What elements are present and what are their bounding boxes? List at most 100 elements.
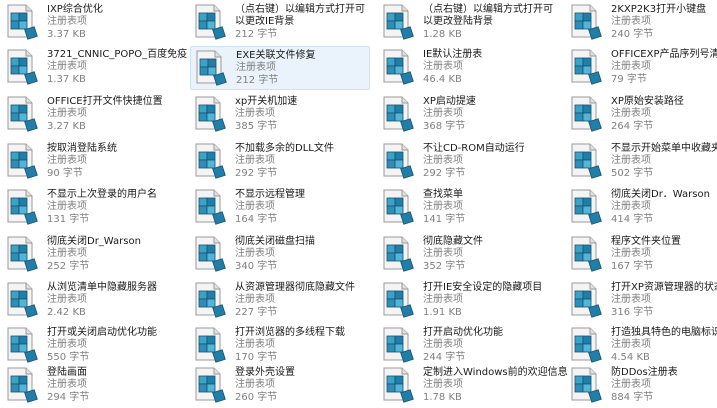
file-item[interactable]: 2KXP2K3打开小键盘 注册表项 240 字节 — [566, 1, 717, 45]
file-item[interactable]: OFFICE打开文件快捷位置 注册表项 3.27 KB — [2, 93, 182, 137]
file-size: 227 字节 — [235, 307, 278, 318]
registry-file-icon — [382, 4, 416, 40]
file-name: 不显示上次登录的用户名 — [47, 189, 157, 200]
registry-file-icon — [570, 236, 604, 272]
file-item[interactable]: 从浏览清单中隐藏服务器 注册表项 2.42 KB — [2, 279, 182, 323]
file-item[interactable]: 不显示远程管理 注册表项 164 字节 — [190, 186, 370, 230]
file-name: （点右键）以编辑方式打开可以更改IE背景 — [235, 4, 365, 27]
file-item[interactable]: 登录外壳设置 注册表项 260 字节 — [190, 364, 370, 408]
file-size: 240 字节 — [611, 29, 654, 40]
file-item[interactable]: 彻底隐藏文件 注册表项 352 字节 — [378, 233, 558, 277]
file-name: IE默认注册表 — [423, 49, 483, 60]
registry-file-icon — [382, 143, 416, 179]
file-item[interactable]: OFFICEXP产品序列号清除注册表项 79 字节 — [566, 46, 717, 90]
file-name: 2KXP2K3打开小键盘 — [611, 4, 707, 15]
file-type: 注册表项 — [611, 155, 651, 166]
file-item[interactable]: 不让CD-ROM自动运行 注册表项 292 字节 — [378, 140, 558, 184]
file-name: 不让CD-ROM自动运行 — [423, 143, 525, 154]
file-item[interactable]: IE默认注册表 注册表项 46.4 KB — [378, 46, 558, 90]
file-type: 注册表项 — [611, 201, 651, 212]
registry-file-icon — [570, 96, 604, 132]
file-name: xp开关机加速 — [235, 96, 298, 107]
file-item[interactable]: 彻底关闭磁盘扫描 注册表项 340 字节 — [190, 233, 370, 277]
registry-file-icon — [6, 189, 40, 225]
file-type: 注册表项 — [611, 294, 651, 305]
registry-file-icon — [6, 49, 40, 85]
file-name: XP启动提速 — [423, 96, 476, 107]
file-name: 按取消登陆系统 — [47, 143, 117, 154]
registry-file-icon — [382, 367, 416, 403]
file-size: 550 字节 — [47, 352, 90, 363]
file-size: 79 字节 — [611, 74, 647, 85]
file-item[interactable]: 不显示上次登录的用户名 注册表项 131 字节 — [2, 186, 182, 230]
file-size: 244 字节 — [423, 352, 466, 363]
file-item[interactable]: 登陆画面 注册表项 294 字节 — [2, 364, 182, 408]
registry-file-icon — [570, 367, 604, 403]
file-name: 不显示开始菜单中收藏夹菜单 — [611, 143, 717, 154]
registry-file-icon — [195, 50, 229, 86]
file-item[interactable]: 不加载多余的DLL文件 注册表项 292 字节 — [190, 140, 370, 184]
file-item[interactable]: 打开启动优化功能 注册表项 244 字节 — [378, 324, 558, 368]
file-item[interactable]: 定制进入Windows前的欢迎信息 注册表项 1.78 KB — [378, 364, 568, 408]
file-type: 注册表项 — [236, 62, 276, 73]
file-size: 3.27 KB — [47, 121, 86, 132]
file-item[interactable]: 按取消登陆系统 注册表项 90 字节 — [2, 140, 182, 184]
file-type: 注册表项 — [611, 61, 651, 72]
file-item[interactable]: 不显示开始菜单中收藏夹菜单注册表项 502 字节 — [566, 140, 717, 184]
registry-file-icon — [570, 49, 604, 85]
file-item[interactable]: （点右键）以编辑方式打开可以更改登陆背景 1.28 KB — [378, 1, 558, 45]
file-name: OFFICEXP产品序列号清除 — [611, 49, 717, 60]
file-name: 从资源管理器彻底隐藏文件 — [235, 282, 355, 293]
file-name: 不加载多余的DLL文件 — [235, 143, 334, 154]
file-item[interactable]: 打开浏览器的多线程下载 注册表项 170 字节 — [190, 324, 370, 368]
registry-file-icon — [382, 282, 416, 318]
file-type: 注册表项 — [47, 201, 87, 212]
registry-file-icon — [382, 49, 416, 85]
registry-file-icon — [6, 236, 40, 272]
file-size: 292 字节 — [423, 168, 466, 179]
file-item[interactable]: 打开XP资源管理器的状态栏注册表项 316 字节 — [566, 279, 717, 323]
file-item[interactable]: 彻底关闭Dr_Warson 注册表项 252 字节 — [2, 233, 182, 277]
registry-file-icon — [570, 327, 604, 363]
file-name: 打开或关闭启动优化功能 — [47, 327, 157, 338]
file-name: 3721_CNNIC_POPO_百度免疫 — [47, 49, 188, 60]
file-size: 46.4 KB — [423, 74, 462, 85]
file-name: 防DDos注册表 — [611, 367, 678, 378]
file-item[interactable]: 打开IE安全设定的隐藏项目 注册表项 1.91 KB — [378, 279, 558, 323]
file-type: 注册表项 — [423, 294, 463, 305]
file-type: 注册表项 — [47, 108, 87, 119]
file-item[interactable]: 从资源管理器彻底隐藏文件 注册表项 227 字节 — [190, 279, 370, 323]
registry-file-icon — [382, 189, 416, 225]
file-size: 164 字节 — [235, 214, 278, 225]
file-type: 注册表项 — [235, 294, 275, 305]
file-item[interactable]: xp开关机加速 注册表项 385 字节 — [190, 93, 370, 137]
file-item[interactable]: 彻底关闭Dr．Warson 注册表项 414 字节 — [566, 186, 717, 230]
file-name: 不显示远程管理 — [235, 189, 305, 200]
file-size: 212 字节 — [236, 75, 279, 86]
file-item[interactable]: 打造独具特色的电脑标识 注册表项 4.54 KB — [566, 324, 717, 368]
file-name: 程序文件夹位置 — [611, 236, 681, 247]
file-item[interactable]: XP启动提速 注册表项 368 字节 — [378, 93, 558, 137]
file-item[interactable]: 查找菜单 注册表项 141 字节 — [378, 186, 558, 230]
file-item[interactable]: 3721_CNNIC_POPO_百度免疫 注册表项 1.37 KB — [2, 46, 187, 90]
file-item[interactable]: EXE关联文件修复 注册表项 212 字节 — [190, 46, 370, 90]
file-name: 打开浏览器的多线程下载 — [235, 327, 345, 338]
file-name: OFFICE打开文件快捷位置 — [47, 96, 163, 107]
file-item[interactable]: 打开或关闭启动优化功能 注册表项 550 字节 — [2, 324, 182, 368]
registry-file-icon — [194, 367, 228, 403]
file-type: 注册表项 — [423, 248, 463, 259]
file-type: 注册表项 — [235, 155, 275, 166]
file-item[interactable]: （点右键）以编辑方式打开可以更改IE背景 212 字节 — [190, 1, 370, 45]
file-type: 注册表项 — [47, 155, 87, 166]
file-name: 彻底隐藏文件 — [423, 236, 483, 247]
registry-file-icon — [194, 282, 228, 318]
file-item[interactable]: 防DDos注册表 注册表项 884 字节 — [566, 364, 717, 408]
file-item[interactable]: 程序文件夹位置 注册表项 167 字节 — [566, 233, 717, 277]
file-size: 170 字节 — [235, 352, 278, 363]
file-item[interactable]: IXP综合优化 注册表项 3.37 KB — [2, 1, 182, 45]
registry-file-icon — [194, 236, 228, 272]
file-type: 注册表项 — [235, 339, 275, 350]
registry-file-icon — [382, 96, 416, 132]
registry-file-icon — [6, 143, 40, 179]
file-item[interactable]: XP原始安装路径 注册表项 264 字节 — [566, 93, 717, 137]
